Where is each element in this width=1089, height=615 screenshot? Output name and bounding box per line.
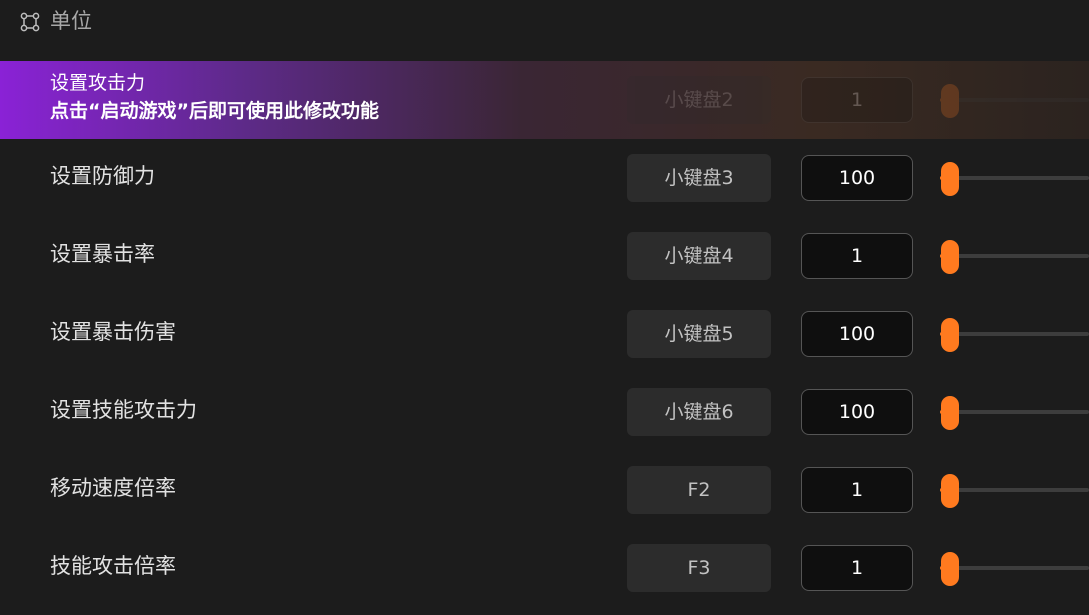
hotkey-button[interactable]: 小键盘2 — [627, 76, 771, 124]
value-input[interactable]: 100 — [801, 389, 913, 435]
slider-track — [940, 410, 1089, 414]
slider-track — [940, 332, 1089, 336]
hotkey-button[interactable]: 小键盘3 — [627, 154, 771, 202]
value-input[interactable]: 100 — [801, 155, 913, 201]
cheat-row-skill-multiplier: 技能攻击倍率 F3 1 — [0, 529, 1089, 607]
row-label: 设置攻击力 — [50, 72, 146, 94]
slider-track — [940, 98, 1089, 102]
cheat-row-crit-rate: 设置暴击率 小键盘4 1 — [0, 217, 1089, 295]
hotkey-button[interactable]: F3 — [627, 544, 771, 592]
row-label: 技能攻击倍率 — [50, 554, 176, 578]
slider-thumb[interactable] — [941, 474, 959, 508]
slider-track — [940, 254, 1089, 258]
value-input[interactable]: 1 — [801, 233, 913, 279]
row-label: 设置暴击伤害 — [50, 320, 176, 344]
slider-thumb[interactable] — [941, 318, 959, 352]
cheat-row-defense: 设置防御力 小键盘3 100 — [0, 139, 1089, 217]
row-label: 移动速度倍率 — [50, 476, 176, 500]
value-input[interactable]: 1 — [801, 77, 913, 123]
slider-thumb[interactable] — [941, 162, 959, 196]
row-label: 设置防御力 — [50, 164, 155, 188]
vector-nodes-icon — [20, 12, 40, 32]
value-slider[interactable] — [940, 545, 1089, 591]
cheat-row-attack[interactable]: 设置攻击力 点击“启动游戏”后即可使用此修改功能 小键盘2 1 — [0, 61, 1089, 139]
cheat-row-move-speed: 移动速度倍率 F2 1 — [0, 451, 1089, 529]
cheat-row-crit-damage: 设置暴击伤害 小键盘5 100 — [0, 295, 1089, 373]
slider-track — [940, 566, 1089, 570]
hotkey-button[interactable]: 小键盘4 — [627, 232, 771, 280]
cheat-row-skill-attack: 设置技能攻击力 小键盘6 100 — [0, 373, 1089, 451]
value-input[interactable]: 1 — [801, 545, 913, 591]
slider-track — [940, 176, 1089, 180]
hotkey-button[interactable]: 小键盘6 — [627, 388, 771, 436]
section-title: 单位 — [50, 9, 92, 33]
slider-thumb[interactable] — [941, 396, 959, 430]
value-slider[interactable] — [940, 77, 1089, 123]
value-input[interactable]: 100 — [801, 311, 913, 357]
value-slider[interactable] — [940, 155, 1089, 201]
value-slider[interactable] — [940, 389, 1089, 435]
section-header: 单位 — [0, 0, 1089, 44]
hotkey-button[interactable]: F2 — [627, 466, 771, 514]
row-label: 设置技能攻击力 — [50, 398, 197, 422]
row-label: 设置暴击率 — [50, 242, 155, 266]
value-input[interactable]: 1 — [801, 467, 913, 513]
hotkey-button[interactable]: 小键盘5 — [627, 310, 771, 358]
value-slider[interactable] — [940, 311, 1089, 357]
cheat-panel: 单位 设置攻击力 点击“启动游戏”后即可使用此修改功能 小键盘2 1 设置防御力… — [0, 0, 1089, 615]
slider-thumb[interactable] — [941, 552, 959, 586]
launch-hint-text: 点击“启动游戏”后即可使用此修改功能 — [50, 100, 379, 122]
slider-thumb[interactable] — [941, 240, 959, 274]
value-slider[interactable] — [940, 467, 1089, 513]
slider-track — [940, 488, 1089, 492]
slider-thumb[interactable] — [941, 84, 959, 118]
value-slider[interactable] — [940, 233, 1089, 279]
